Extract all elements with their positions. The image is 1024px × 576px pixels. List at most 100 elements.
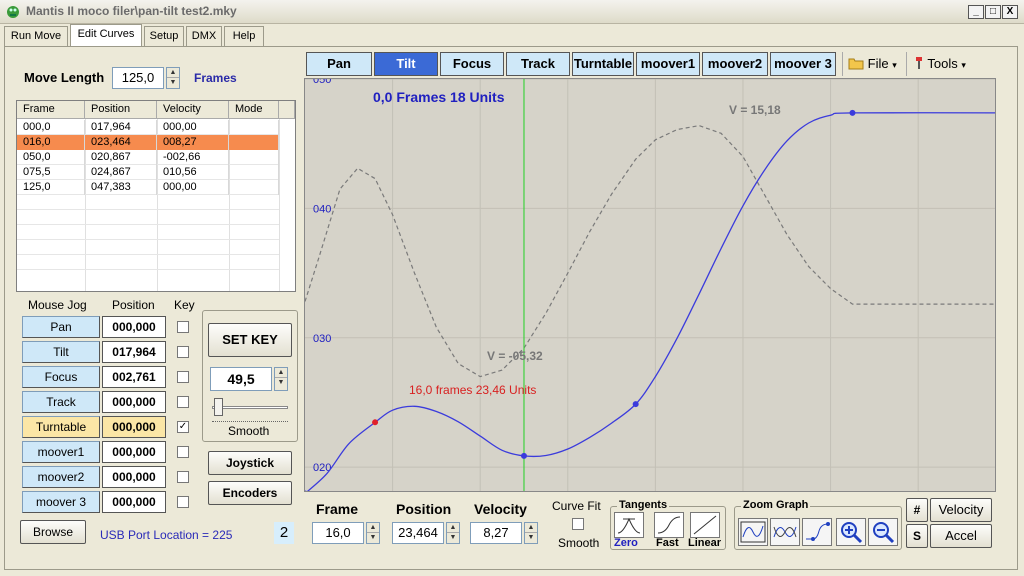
move-length-label: Move Length — [24, 70, 105, 85]
move-length-input[interactable]: 125,0 — [112, 67, 164, 89]
slider-ticks — [212, 418, 288, 422]
jog-axis-moover1[interactable]: moover1 — [22, 441, 100, 463]
velocity-spinner[interactable]: ▲ ▼ — [524, 522, 538, 544]
jog-position-moover1[interactable]: 000,000 — [102, 441, 166, 463]
spin-up-icon[interactable]: ▲ — [275, 368, 287, 378]
axis-tab-moover3[interactable]: moover 3 — [770, 52, 836, 76]
jog-axis-tilt[interactable]: Tilt — [22, 341, 100, 363]
key-checkbox-moover1[interactable] — [177, 446, 189, 458]
key-checkbox-pan[interactable] — [177, 321, 189, 333]
spin-up-icon[interactable]: ▲ — [367, 523, 379, 533]
jog-position-tilt[interactable]: 017,964 — [102, 341, 166, 363]
spin-up-icon[interactable]: ▲ — [167, 68, 179, 78]
encoders-button[interactable]: Encoders — [208, 481, 292, 505]
set-key-value-input[interactable]: 49,5 — [210, 367, 272, 391]
frame-input[interactable]: 16,0 — [312, 522, 364, 544]
axis-tab-turntable[interactable]: Turntable — [572, 52, 634, 76]
tab-edit-curves[interactable]: Edit Curves — [70, 24, 142, 46]
zoom-in-button[interactable] — [836, 518, 866, 546]
tab-dmx[interactable]: DMX — [186, 26, 222, 46]
key-checkbox-focus[interactable] — [177, 371, 189, 383]
smooth-slider-thumb[interactable] — [214, 398, 224, 416]
jog-axis-track[interactable]: Track — [22, 391, 100, 413]
jog-position-pan[interactable]: 000,000 — [102, 316, 166, 338]
close-button[interactable]: X — [1002, 5, 1018, 19]
tab-setup[interactable]: Setup — [144, 26, 184, 46]
velocity-view-button[interactable]: Velocity — [930, 498, 992, 522]
zoom-velocity-button[interactable] — [770, 518, 800, 546]
jog-axis-focus[interactable]: Focus — [22, 366, 100, 388]
accel-view-button[interactable]: Accel — [930, 524, 992, 548]
position-input[interactable]: 23,464 — [392, 522, 444, 544]
table-row[interactable]: 125,0 047,383 000,00 — [17, 180, 279, 195]
key-checkbox-moover2[interactable] — [177, 471, 189, 483]
table-row-selected[interactable]: 016,0 023,464 008,27 — [17, 135, 279, 150]
table-row[interactable]: 050,0 020,867 -002,66 — [17, 150, 279, 165]
jog-axis-moover2[interactable]: moover2 — [22, 466, 100, 488]
velocity-input[interactable]: 8,27 — [470, 522, 522, 544]
curve-graph[interactable]: 020 030 040 050 0,0 Frames 18 Units V = 15,… — [304, 78, 996, 492]
snap-toggle-button[interactable]: S — [906, 524, 928, 548]
zoom-out-button[interactable] — [868, 518, 898, 546]
spin-down-icon[interactable]: ▼ — [275, 378, 287, 388]
set-key-spinner[interactable]: ▲ ▼ — [274, 367, 288, 391]
jog-position-focus[interactable]: 002,761 — [102, 366, 166, 388]
curve-chart-svg[interactable]: 020030040050 — [305, 79, 996, 492]
frame-spinner[interactable]: ▲ ▼ — [366, 522, 380, 544]
zoom-curve-button[interactable] — [802, 518, 832, 546]
file-menu[interactable]: File ▾ — [848, 56, 897, 74]
jog-axis-pan[interactable]: Pan — [22, 316, 100, 338]
tangent-linear-button[interactable] — [690, 512, 720, 538]
axis-tab-tilt[interactable]: Tilt — [374, 52, 438, 76]
table-row[interactable]: 075,5 024,867 010,56 — [17, 165, 279, 180]
axis-tab-pan[interactable]: Pan — [306, 52, 372, 76]
set-key-button[interactable]: SET KEY — [208, 323, 292, 357]
key-checkbox-moover3[interactable] — [177, 496, 189, 508]
tab-run-move[interactable]: Run Move — [4, 26, 68, 46]
spin-up-icon[interactable]: ▲ — [447, 523, 459, 533]
velocity-curve — [305, 124, 995, 378]
browse-button[interactable]: Browse — [20, 520, 86, 544]
tangent-fast-button[interactable] — [654, 512, 684, 538]
table-row[interactable]: 000,0 017,964 000,00 — [17, 120, 279, 135]
y-tick-label: 030 — [313, 333, 331, 345]
graph-header: 0,0 Frames 18 Units — [373, 89, 505, 105]
position-spinner[interactable]: ▲ ▼ — [446, 522, 460, 544]
jog-axis-moover3[interactable]: moover 3 — [22, 491, 100, 513]
spin-down-icon[interactable]: ▼ — [525, 533, 537, 543]
jog-position-moover3[interactable]: 000,000 — [102, 491, 166, 513]
move-length-spinner[interactable]: ▲ ▼ — [166, 67, 180, 89]
zoom-velocity-icon — [773, 526, 797, 538]
column-header-velocity[interactable]: Velocity — [157, 101, 229, 119]
spin-up-icon[interactable]: ▲ — [525, 523, 537, 533]
tools-menu-label: Tools — [927, 56, 958, 71]
minimize-button[interactable]: _ — [968, 5, 984, 19]
axis-tab-track[interactable]: Track — [506, 52, 570, 76]
tools-menu[interactable]: Tools ▾ — [914, 56, 966, 74]
joystick-button[interactable]: Joystick — [208, 451, 292, 475]
grid-toggle-button[interactable]: # — [906, 498, 928, 522]
jog-position-turntable[interactable]: 000,000 — [102, 416, 166, 438]
column-header-position[interactable]: Position — [85, 101, 157, 119]
curve-fit-checkbox[interactable] — [572, 518, 584, 530]
spin-down-icon[interactable]: ▼ — [167, 78, 179, 88]
tangent-zero-button[interactable] — [614, 512, 644, 538]
column-header-frame[interactable]: Frame — [17, 101, 85, 119]
key-checkbox-tilt[interactable] — [177, 346, 189, 358]
key-checkbox-turntable[interactable]: ✓ — [177, 421, 189, 433]
keyframe-table[interactable]: Frame Position Velocity Mode 000,0 017,9… — [16, 100, 296, 292]
maximize-button[interactable]: □ — [985, 5, 1001, 19]
zoom-fit-all-button[interactable] — [738, 518, 768, 546]
spin-down-icon[interactable]: ▼ — [447, 533, 459, 543]
column-header-mode[interactable]: Mode — [229, 101, 279, 119]
smooth-slider-track[interactable] — [212, 406, 288, 409]
key-checkbox-track[interactable] — [177, 396, 189, 408]
axis-tab-focus[interactable]: Focus — [440, 52, 504, 76]
jog-axis-turntable[interactable]: Turntable — [22, 416, 100, 438]
tab-help[interactable]: Help — [224, 26, 264, 46]
axis-tab-moover2[interactable]: moover2 — [702, 52, 768, 76]
axis-tab-moover1[interactable]: moover1 — [636, 52, 700, 76]
jog-position-track[interactable]: 000,000 — [102, 391, 166, 413]
spin-down-icon[interactable]: ▼ — [367, 533, 379, 543]
jog-position-moover2[interactable]: 000,000 — [102, 466, 166, 488]
